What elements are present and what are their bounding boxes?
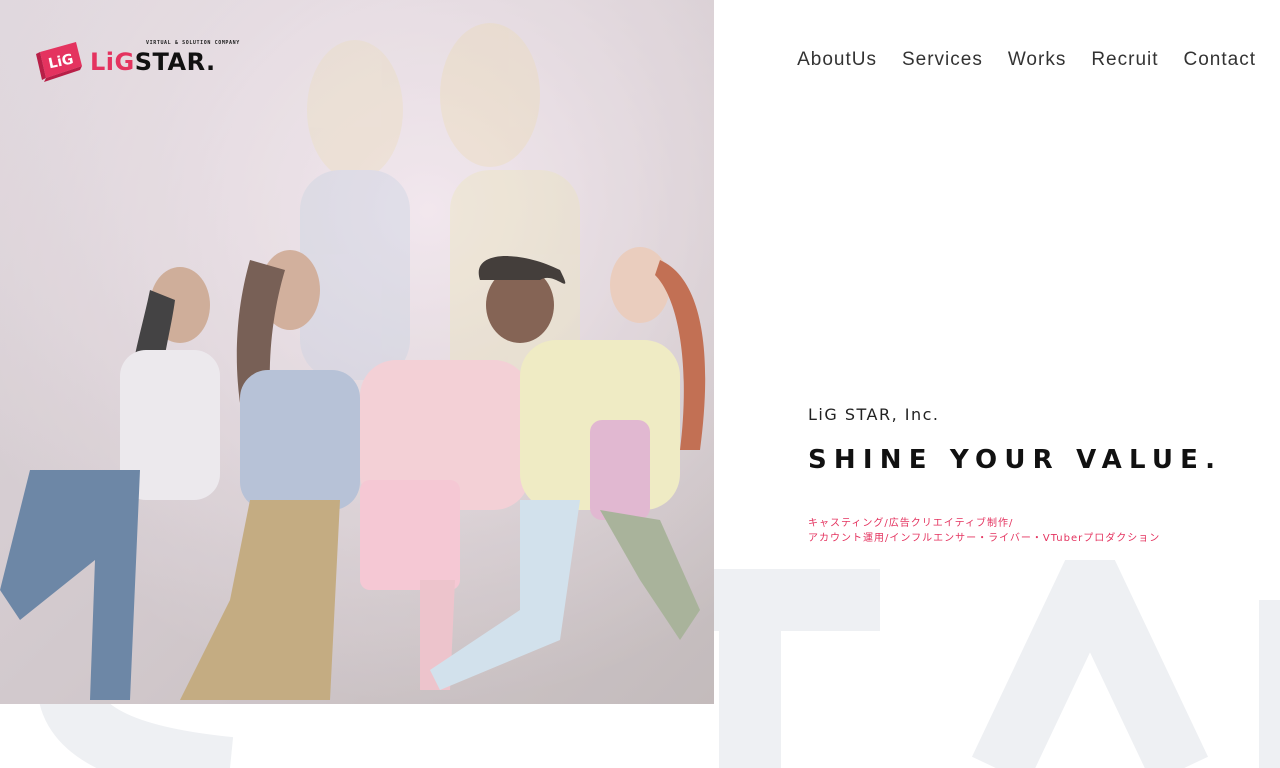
logo-wordmark-lig: LiG (90, 48, 135, 76)
nav-item-services[interactable]: Services (902, 48, 983, 72)
logo-tagline: VIRTUAL & SOLUTION COMPANY (146, 40, 240, 46)
hero-photo (0, 0, 714, 704)
page: LiG VIRTUAL & SOLUTION COMPANY LiGSTAR. … (0, 0, 1280, 768)
hero-slogan: SHINE YOUR VALUE. (808, 445, 1223, 475)
logo-wordmark: LiGSTAR. (90, 48, 216, 76)
services-line-2: アカウント運用/インフルエンサー・ライバー・VTuberプロダクション (808, 533, 1161, 544)
site-logo[interactable]: LiG VIRTUAL & SOLUTION COMPANY LiGSTAR. (36, 36, 246, 84)
nav-item-aboutus[interactable]: AboutUs (797, 48, 877, 72)
main-navigation: AboutUs Services Works Recruit Contact (797, 48, 1256, 72)
logo-wordmark-star: STAR. (134, 48, 216, 76)
services-list: キャスティング/広告クリエイティブ制作/ アカウント運用/インフルエンサー・ライ… (808, 516, 1222, 546)
company-name: LiG STAR, Inc. (808, 405, 940, 424)
nav-item-works[interactable]: Works (1008, 48, 1066, 72)
group-photo-image (0, 0, 714, 704)
hero-copy: LiG STAR, Inc. SHINE YOUR VALUE. キャスティング… (808, 404, 1222, 546)
nav-item-recruit[interactable]: Recruit (1091, 48, 1158, 72)
nav-item-contact[interactable]: Contact (1184, 48, 1256, 72)
services-line-1: キャスティング/広告クリエイティブ制作/ (808, 518, 1014, 529)
logo-badge-icon: LiG (36, 38, 86, 86)
